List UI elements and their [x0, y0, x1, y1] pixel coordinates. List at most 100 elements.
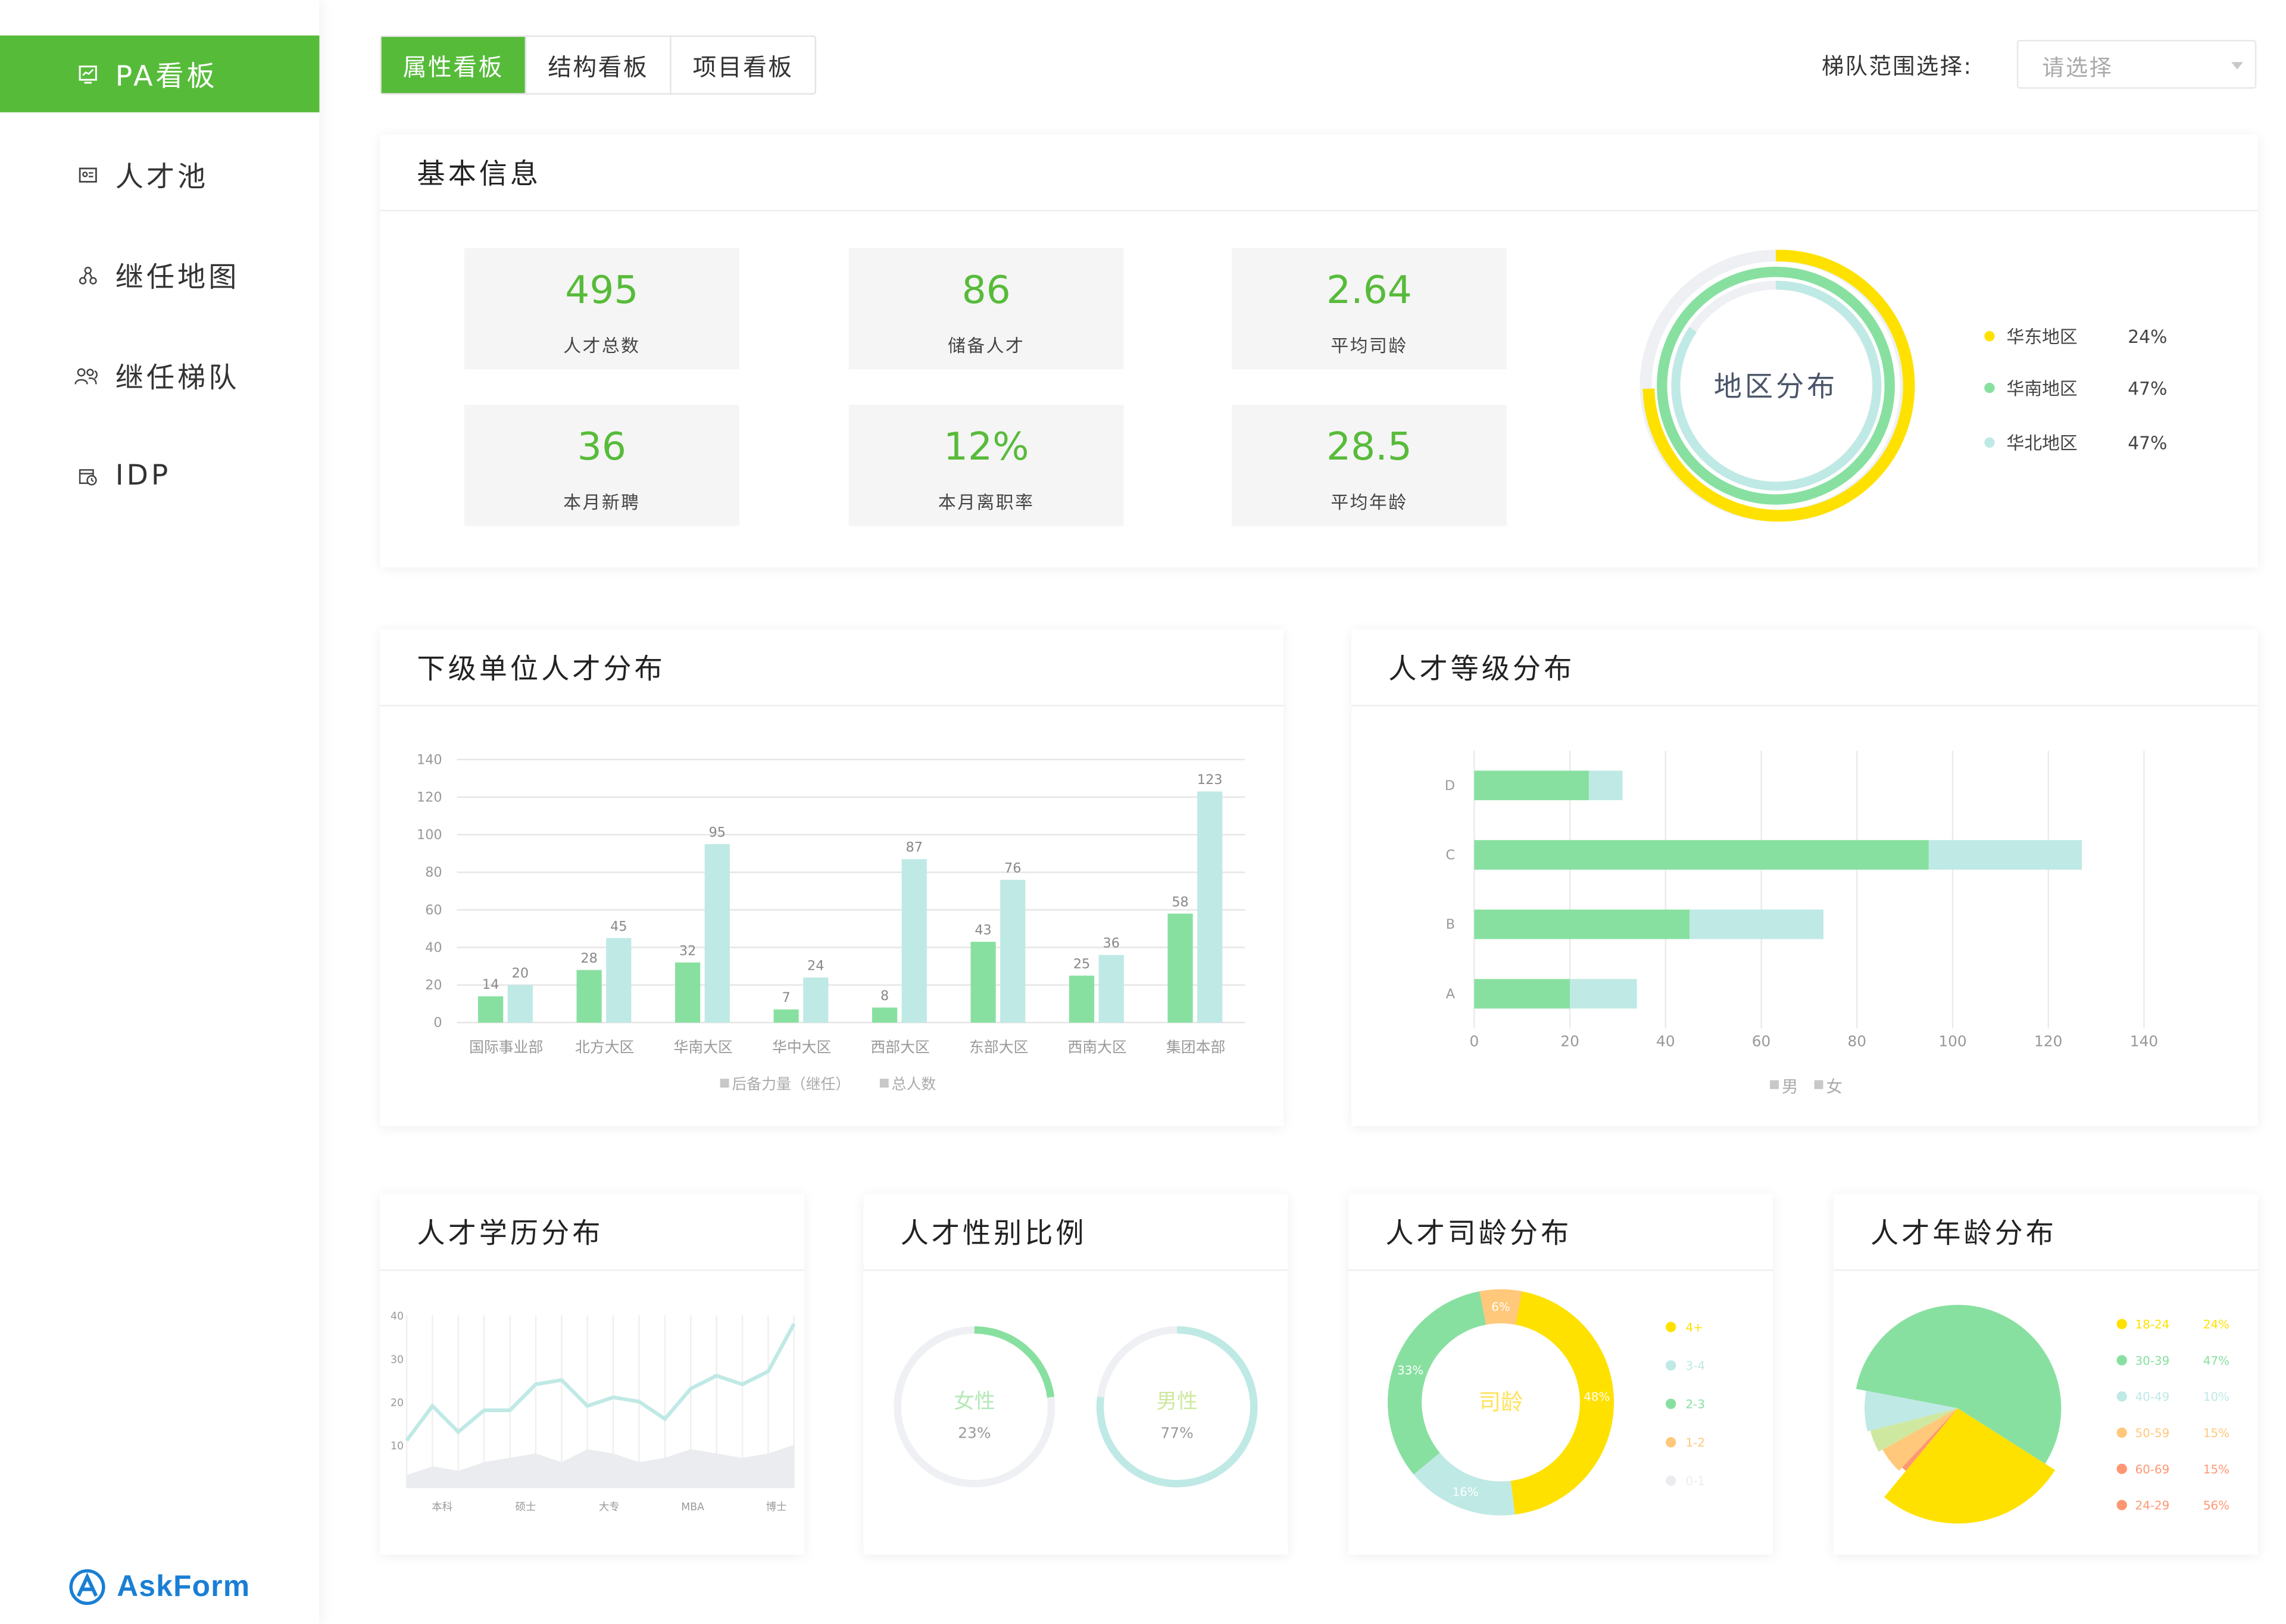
donut-center-label: 司龄 [1479, 1389, 1523, 1415]
sidebar-item-idp[interactable]: IDP [0, 438, 320, 514]
card-title: 人才司龄分布 [1385, 1217, 1572, 1251]
y-tick-label: D [1445, 778, 1455, 794]
y-tick-label: 120 [417, 789, 442, 805]
ring-center-label: 地区分布 [1714, 370, 1838, 403]
x-tick-label: 东部大区 [969, 1038, 1028, 1055]
male-label: 男性 [1156, 1390, 1198, 1414]
x-tick-label: MBA [681, 1501, 704, 1513]
tab-attribute-board[interactable]: 属性看板 [381, 37, 525, 93]
bar [1589, 770, 1623, 801]
levels-bar-chart: 0 20 40 60 80 100 120 140 A B C D 男 女 [1445, 751, 2158, 1096]
sidebar-item-talent-pool[interactable]: 人才池 [0, 136, 320, 213]
x-tick-label: 集团本部 [1166, 1038, 1225, 1055]
legend-dot [1666, 1322, 1676, 1332]
legend-dot [2116, 1355, 2127, 1366]
kpi-turnover-rate: 12% 本月离职率 [848, 405, 1124, 526]
tenure-card: 人才司龄分布 48% 16% 33% 6% 司龄 4+ 3-4 2-3 1-2 0-1 [1348, 1194, 1773, 1555]
legend-item-east: 华东地区 24% [1984, 324, 2167, 349]
legend-pct: 56% [2203, 1499, 2229, 1513]
bar [773, 1009, 799, 1023]
tab-structure-board[interactable]: 结构看板 [524, 37, 670, 93]
x-tick-label: 20 [1560, 1032, 1579, 1050]
legend-dot [2116, 1500, 2127, 1510]
legend-pct: 15% [2203, 1463, 2229, 1476]
female-pct: 23% [958, 1424, 991, 1441]
kpi-label: 本月离职率 [938, 492, 1035, 513]
y-tick-label: B [1446, 917, 1455, 932]
sidebar-item-pa-board[interactable]: PA看板 [0, 35, 320, 113]
bar [872, 1007, 898, 1023]
tab-project-board[interactable]: 项目看板 [670, 37, 814, 93]
bar [576, 970, 602, 1023]
team-icon [74, 365, 101, 386]
legend-swatch [720, 1079, 729, 1088]
data-label: 32 [679, 943, 696, 958]
legend-label: 3-4 [1686, 1359, 1705, 1373]
legend-pct: 24% [2203, 1318, 2229, 1332]
kpi-label: 平均司龄 [1331, 335, 1408, 357]
bar [1167, 913, 1193, 1023]
bar [901, 859, 927, 1023]
legend-label: 40-49 [2135, 1390, 2170, 1404]
chart-board-icon [77, 64, 98, 85]
kpi-value: 36 [577, 425, 627, 470]
slice-label: 48% [1584, 1390, 1610, 1404]
data-label: 58 [1172, 894, 1188, 910]
askform-logo-icon [69, 1569, 105, 1606]
data-label: 24 [807, 958, 824, 974]
x-tick-label: 大专 [599, 1501, 620, 1513]
card-title: 人才性别比例 [900, 1217, 1087, 1251]
y-tick-label: 140 [417, 752, 442, 767]
kpi-value: 495 [565, 268, 639, 314]
tenure-donut-chart: 48% 16% 33% 6% 司龄 4+ 3-4 2-3 1-2 0-1 [1388, 1289, 1705, 1516]
card-title: 人才等级分布 [1388, 653, 1575, 686]
bar [1928, 840, 2082, 870]
kpi-reserve-talent: 86 储备人才 [848, 248, 1124, 370]
sidebar-item-succession-team[interactable]: 继任梯队 [0, 337, 320, 414]
range-label: 梯队范围选择: [1822, 53, 1973, 80]
legend-item-south: 华南地区 47% [1984, 376, 2167, 401]
kpi-label: 平均年龄 [1331, 492, 1408, 513]
units-distribution-card: 下级单位人才分布 0 20 40 60 80 100 120 140 14 20 国际事业部 28 45… [380, 629, 1283, 1126]
slice-label: 33% [1397, 1364, 1423, 1378]
x-tick-label: 西南大区 [1067, 1038, 1126, 1055]
y-tick-label: 80 [425, 865, 442, 880]
bar [1069, 975, 1095, 1023]
y-tick-label: 60 [425, 902, 442, 918]
bar [1474, 979, 1570, 1009]
legend-item-north: 华北地区 47% [1984, 430, 2167, 455]
kpi-value: 2.64 [1326, 268, 1412, 314]
x-tick-label: 120 [2034, 1032, 2062, 1050]
y-tick-label: 40 [391, 1311, 404, 1323]
bar [803, 977, 829, 1023]
askform-logo: AskForm [67, 1568, 250, 1607]
sidebar-item-succession-map[interactable]: 继任地图 [0, 236, 320, 313]
legend-dot [1984, 382, 1995, 393]
bar [704, 844, 730, 1023]
y-tick-label: 0 [433, 1015, 442, 1030]
x-tick-label: 国际事业部 [469, 1038, 543, 1055]
y-tick-label: 10 [391, 1441, 404, 1453]
bar [606, 938, 632, 1023]
logo-text: AskForm [117, 1570, 251, 1603]
data-label: 43 [975, 923, 991, 938]
legend-pct: 24% [2128, 326, 2168, 347]
female-label: 女性 [954, 1390, 995, 1414]
range-select[interactable]: 请选择 [2016, 40, 2257, 89]
data-label: 7 [782, 990, 790, 1005]
legend-swatch [879, 1079, 889, 1088]
legend-pct: 47% [2128, 377, 2168, 398]
legend-label: 4+ [1686, 1321, 1703, 1335]
gender-ring-chart: 女性 23% 男性 77% [894, 1326, 1258, 1488]
region-ring-chart: 地区分布 [1639, 249, 1915, 522]
sidebar-item-label: IDP [115, 459, 171, 492]
data-label: 95 [709, 825, 726, 841]
bar [1474, 909, 1690, 939]
legend-dot [1984, 331, 1995, 342]
donut-slice [1388, 1291, 1486, 1475]
age-pie-chart: 18-24 24% 30-39 47% 40-49 10% 50-59 15% 60-69 15%… [1856, 1304, 2229, 1524]
divider [380, 210, 2258, 211]
legend-label: 华北地区 [2006, 433, 2078, 454]
y-tick-label: 30 [391, 1354, 404, 1366]
data-label: 8 [880, 988, 889, 1004]
